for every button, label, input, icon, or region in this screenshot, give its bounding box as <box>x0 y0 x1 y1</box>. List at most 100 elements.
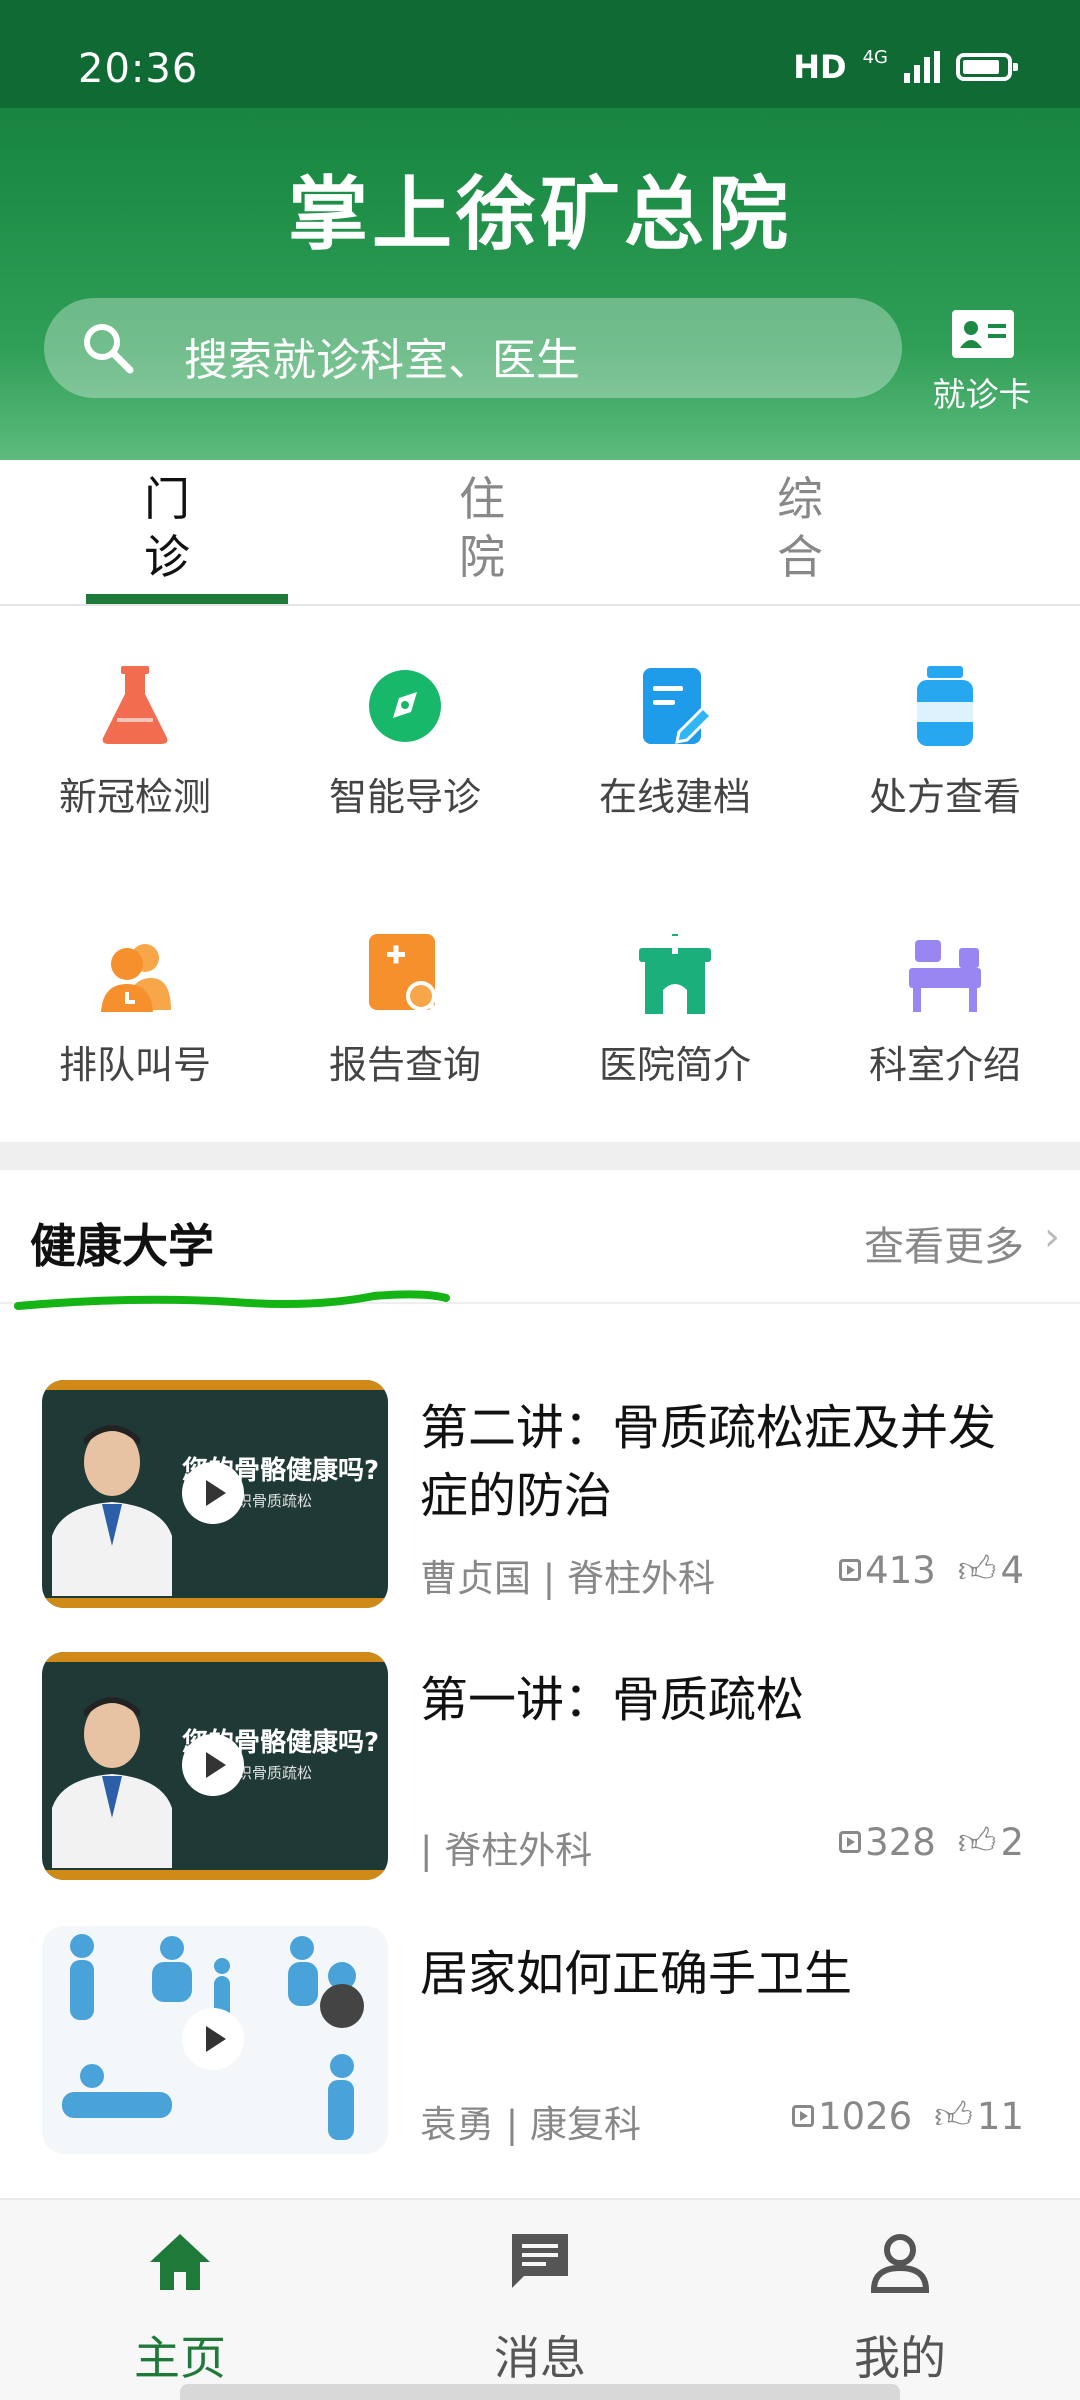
doctor-avatar <box>52 1697 172 1868</box>
service-grid: 新冠检测 智能导诊 在线建档 处方查看 排队叫号 报告查询 医院简介 科室介绍 <box>0 606 1080 1142</box>
visit-card-label: 就诊卡 <box>932 375 1032 414</box>
article-thumbnail <box>42 1926 388 2154</box>
like-count-value: 4 <box>1000 1548 1024 1592</box>
message-icon <box>512 2234 568 2288</box>
like-count-value: 11 <box>976 2094 1024 2138</box>
tab-label: 住 <box>459 472 505 526</box>
article-thumbnail: 您的骨骼健康吗? 帮您认识骨质疏松 <box>42 1380 388 1608</box>
service-queue[interactable]: 排队叫号 <box>0 874 270 1087</box>
service-online-record[interactable]: 在线建档 <box>540 606 810 819</box>
service-report-query[interactable]: 报告查询 <box>270 874 540 1087</box>
view-count-value: 328 <box>865 1820 936 1864</box>
flask-icon <box>102 666 168 744</box>
view-more-link[interactable]: 查看更多 <box>864 1214 1024 1272</box>
article-title: 居家如何正确手卫生 <box>420 1946 853 2002</box>
search-placeholder: 搜索就诊科室、医生 <box>184 335 580 386</box>
doctor-avatar <box>52 1425 172 1596</box>
chevron-right-icon: › <box>1044 1214 1060 1260</box>
medicine-bottle-icon <box>917 666 973 746</box>
section-divider <box>0 1142 1080 1170</box>
view-count-value: 1026 <box>818 2094 913 2138</box>
network-indicator: 4G <box>862 46 888 68</box>
bottom-navigation: 主页 消息 我的 <box>0 2198 1080 2400</box>
queue-users-icon <box>101 944 171 1012</box>
search-icon <box>84 324 134 374</box>
report-search-icon <box>369 934 441 1014</box>
service-label: 排队叫号 <box>58 1043 211 1087</box>
article-title: 第一讲：骨质疏松 <box>420 1672 805 1728</box>
user-icon <box>870 2234 930 2293</box>
service-hospital-intro[interactable]: 医院简介 <box>540 874 810 1087</box>
nav-profile[interactable]: 我的 <box>800 2230 1000 2385</box>
article-author: 袁勇 | 康复科 <box>420 2103 641 2146</box>
play-icon[interactable] <box>182 1734 244 1796</box>
view-count: 328 <box>839 1821 936 1864</box>
section-title: 健康大学 <box>30 1219 214 1273</box>
status-time: 20:36 <box>78 46 199 92</box>
like-count: 👍︎ 11 <box>934 2094 1024 2138</box>
visit-card-button[interactable]: 就诊卡 <box>920 306 1044 416</box>
health-university-header: 健康大学 查看更多 › <box>0 1170 1080 1304</box>
play-icon[interactable] <box>182 2008 244 2070</box>
service-smart-guide[interactable]: 智能导诊 <box>270 606 540 819</box>
status-bar: 20:36 HD 4G <box>0 0 1080 108</box>
category-tabs: 门 诊 住 院 综 合 <box>0 460 1080 606</box>
service-label: 新冠检测 <box>58 775 211 819</box>
play-icon[interactable] <box>182 1462 244 1524</box>
service-label: 科室介绍 <box>868 1043 1021 1087</box>
service-label: 医院简介 <box>598 1043 751 1087</box>
system-home-bar <box>180 2384 900 2400</box>
tab-label: 院 <box>459 530 505 584</box>
home-icon <box>150 2234 210 2290</box>
tab-label: 综 <box>777 472 823 526</box>
nav-home[interactable]: 主页 <box>80 2230 280 2385</box>
tab-general[interactable]: 综 合 <box>770 470 830 586</box>
service-department-intro[interactable]: 科室介绍 <box>810 874 1080 1087</box>
green-underline-mark <box>14 1290 450 1310</box>
view-count: 413 <box>839 1549 936 1592</box>
service-label: 在线建档 <box>598 775 751 819</box>
tab-label: 门 <box>144 472 190 526</box>
compass-icon <box>369 670 441 742</box>
article-author: 曹贞国 | 脊柱外科 <box>420 1557 715 1600</box>
nav-messages[interactable]: 消息 <box>440 2230 640 2385</box>
active-tab-indicator <box>86 594 288 604</box>
id-card-icon <box>952 310 1014 358</box>
hospital-icon <box>639 934 711 1014</box>
article-item[interactable]: 您的骨骼健康吗? 帮您认识骨质疏松 第二讲：骨质疏松症及并发症的防治 曹贞国 |… <box>0 1380 1080 1652</box>
article-author: | 脊柱外科 <box>420 1829 593 1872</box>
app-title: 掌上徐矿总院 <box>288 168 792 261</box>
view-count-value: 413 <box>865 1548 936 1592</box>
document-edit-icon <box>643 668 711 744</box>
view-count: 1026 <box>792 2095 912 2138</box>
tab-outpatient[interactable]: 门 诊 <box>137 470 197 586</box>
like-count-value: 2 <box>1000 1820 1024 1864</box>
search-bar[interactable]: 搜索就诊科室、医生 <box>44 298 902 398</box>
views-icon <box>839 1831 862 1853</box>
like-count: 👍︎ 2 <box>958 1820 1024 1864</box>
nav-label: 主页 <box>134 2331 226 2385</box>
status-indicators: HD 4G <box>793 46 1018 86</box>
article-stats: 1026 👍︎ 11 <box>792 2094 1024 2138</box>
thumbs-up-icon: 👍︎ <box>957 1548 997 1591</box>
views-icon <box>839 1559 862 1581</box>
service-prescription[interactable]: 处方查看 <box>810 606 1080 819</box>
nav-label: 消息 <box>494 2331 586 2385</box>
app-header: 20:36 HD 4G 掌上徐矿总院 搜索就诊科室、医生 就诊卡 <box>0 0 1080 460</box>
article-item[interactable]: 居家如何正确手卫生 袁勇 | 康复科 1026 👍︎ 11 <box>0 1926 1080 2198</box>
tab-inpatient[interactable]: 住 院 <box>452 470 512 586</box>
hd-indicator: HD <box>793 48 847 86</box>
signal-icon <box>904 51 940 83</box>
article-stats: 413 👍︎ 4 <box>839 1548 1024 1592</box>
department-bed-icon <box>909 940 981 1012</box>
article-item[interactable]: 您的骨骼健康吗? 帮您认识骨质疏松 第一讲：骨质疏松 | 脊柱外科 328 👍︎… <box>0 1652 1080 1924</box>
like-count: 👍︎ 4 <box>958 1548 1024 1592</box>
service-covid-test[interactable]: 新冠检测 <box>0 606 270 819</box>
article-stats: 328 👍︎ 2 <box>839 1820 1024 1864</box>
tab-label: 合 <box>777 530 823 584</box>
nav-label: 我的 <box>854 2331 946 2385</box>
tab-label: 诊 <box>144 530 190 584</box>
thumbs-up-icon: 👍︎ <box>957 1820 997 1863</box>
service-label: 报告查询 <box>328 1043 481 1087</box>
article-title: 第二讲：骨质疏松症及并发症的防治 <box>420 1400 997 1524</box>
